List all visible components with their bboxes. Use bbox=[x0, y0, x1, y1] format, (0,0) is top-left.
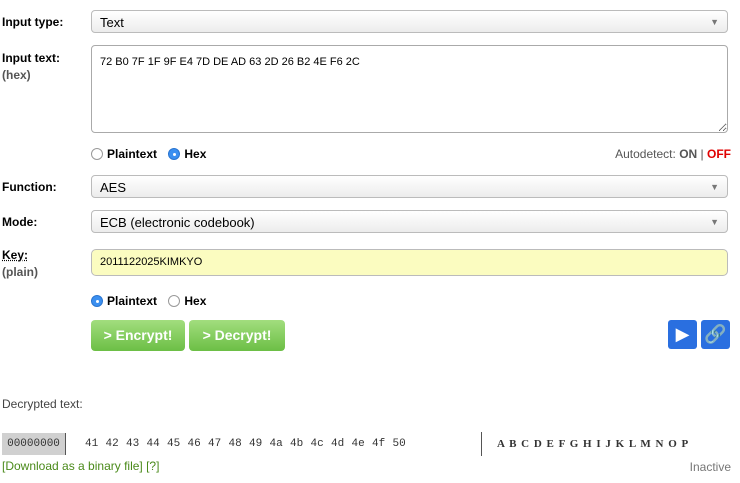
input-hex-radio[interactable] bbox=[168, 148, 181, 160]
status: Inactive bbox=[689, 460, 731, 474]
input-text-label: Input text: bbox=[2, 51, 60, 65]
hex-byte: 48 bbox=[228, 438, 242, 450]
input-text-area[interactable]: 72 B0 7F 1F 9F E4 7D DE AD 63 2D 26 B2 4… bbox=[91, 45, 728, 133]
ascii-output: A B C D E F G H I J K L M N O P bbox=[497, 438, 690, 450]
link-button[interactable]: 🔗 bbox=[701, 320, 730, 349]
hex-offset: 00000000 bbox=[2, 433, 66, 455]
mode-label: Mode: bbox=[2, 215, 38, 229]
key-format-radios: Plaintext Hex bbox=[91, 294, 214, 308]
play-button[interactable]: ▶ bbox=[668, 320, 697, 349]
key-plaintext-label: Plaintext bbox=[107, 294, 158, 308]
hex-byte: 46 bbox=[187, 438, 201, 450]
hex-byte: 47 bbox=[208, 438, 222, 450]
key-format: (plain) bbox=[2, 265, 38, 279]
hex-byte: 50 bbox=[392, 438, 406, 450]
hex-byte: 4b bbox=[290, 438, 304, 450]
output-label: Decrypted text: bbox=[2, 397, 83, 411]
autodetect-label: Autodetect: bbox=[615, 147, 676, 161]
help-link[interactable]: [?] bbox=[146, 459, 159, 473]
input-hex-label: Hex bbox=[184, 147, 207, 161]
hex-byte: 4a bbox=[269, 438, 283, 450]
hex-byte: 43 bbox=[126, 438, 140, 450]
mode-select[interactable]: ECB (electronic codebook) ▼ bbox=[91, 210, 728, 233]
hex-divider bbox=[481, 432, 482, 456]
hex-bytes: 41 42 43 44 45 46 47 48 49 4a 4b 4c 4d 4e 4f 50 bbox=[85, 438, 413, 450]
hex-byte: 49 bbox=[249, 438, 263, 450]
function-value: AES bbox=[100, 180, 127, 195]
encrypt-button[interactable]: > Encrypt! bbox=[91, 320, 185, 351]
key-hex-radio[interactable] bbox=[168, 295, 181, 307]
hex-byte: 4d bbox=[331, 438, 345, 450]
autodetect-off[interactable]: OFF bbox=[707, 147, 731, 161]
link-icon: 🔗 bbox=[704, 324, 727, 344]
key-label: Key: bbox=[2, 248, 29, 262]
hex-byte: 4e bbox=[351, 438, 365, 450]
hex-byte: 42 bbox=[105, 438, 119, 450]
key-input[interactable]: 2011122025KIMKYO bbox=[91, 249, 728, 276]
key-plaintext-radio[interactable] bbox=[91, 295, 103, 307]
autodetect: Autodetect: ON | OFF bbox=[615, 147, 731, 161]
function-label: Function: bbox=[2, 180, 57, 194]
function-select[interactable]: AES ▼ bbox=[91, 175, 728, 198]
input-text-format: (hex) bbox=[2, 68, 31, 82]
hex-byte: 44 bbox=[146, 438, 160, 450]
input-format-radios: Plaintext Hex bbox=[91, 147, 214, 161]
input-plaintext-label: Plaintext bbox=[107, 147, 158, 161]
download-link-wrap: [Download as a binary file] [?] bbox=[2, 459, 159, 473]
mode-value: ECB (electronic codebook) bbox=[100, 215, 255, 230]
autodetect-sep: | bbox=[700, 147, 704, 161]
download-link[interactable]: [Download as a binary file] bbox=[2, 459, 143, 473]
chevron-down-icon: ▼ bbox=[710, 182, 719, 192]
chevron-down-icon: ▼ bbox=[710, 217, 719, 227]
hex-byte: 45 bbox=[167, 438, 181, 450]
autodetect-on[interactable]: ON bbox=[679, 147, 697, 161]
play-icon: ▶ bbox=[675, 324, 690, 344]
key-hex-label: Hex bbox=[184, 294, 207, 308]
hex-byte: 4f bbox=[372, 438, 386, 450]
hex-byte: 4c bbox=[310, 438, 324, 450]
input-type-value: Text bbox=[100, 15, 124, 30]
decrypt-button[interactable]: > Decrypt! bbox=[189, 320, 285, 351]
input-plaintext-radio[interactable] bbox=[91, 148, 103, 160]
hex-byte: 41 bbox=[85, 438, 99, 450]
chevron-down-icon: ▼ bbox=[710, 17, 719, 27]
input-type-label: Input type: bbox=[2, 15, 64, 29]
input-type-select[interactable]: Text ▼ bbox=[91, 10, 728, 33]
